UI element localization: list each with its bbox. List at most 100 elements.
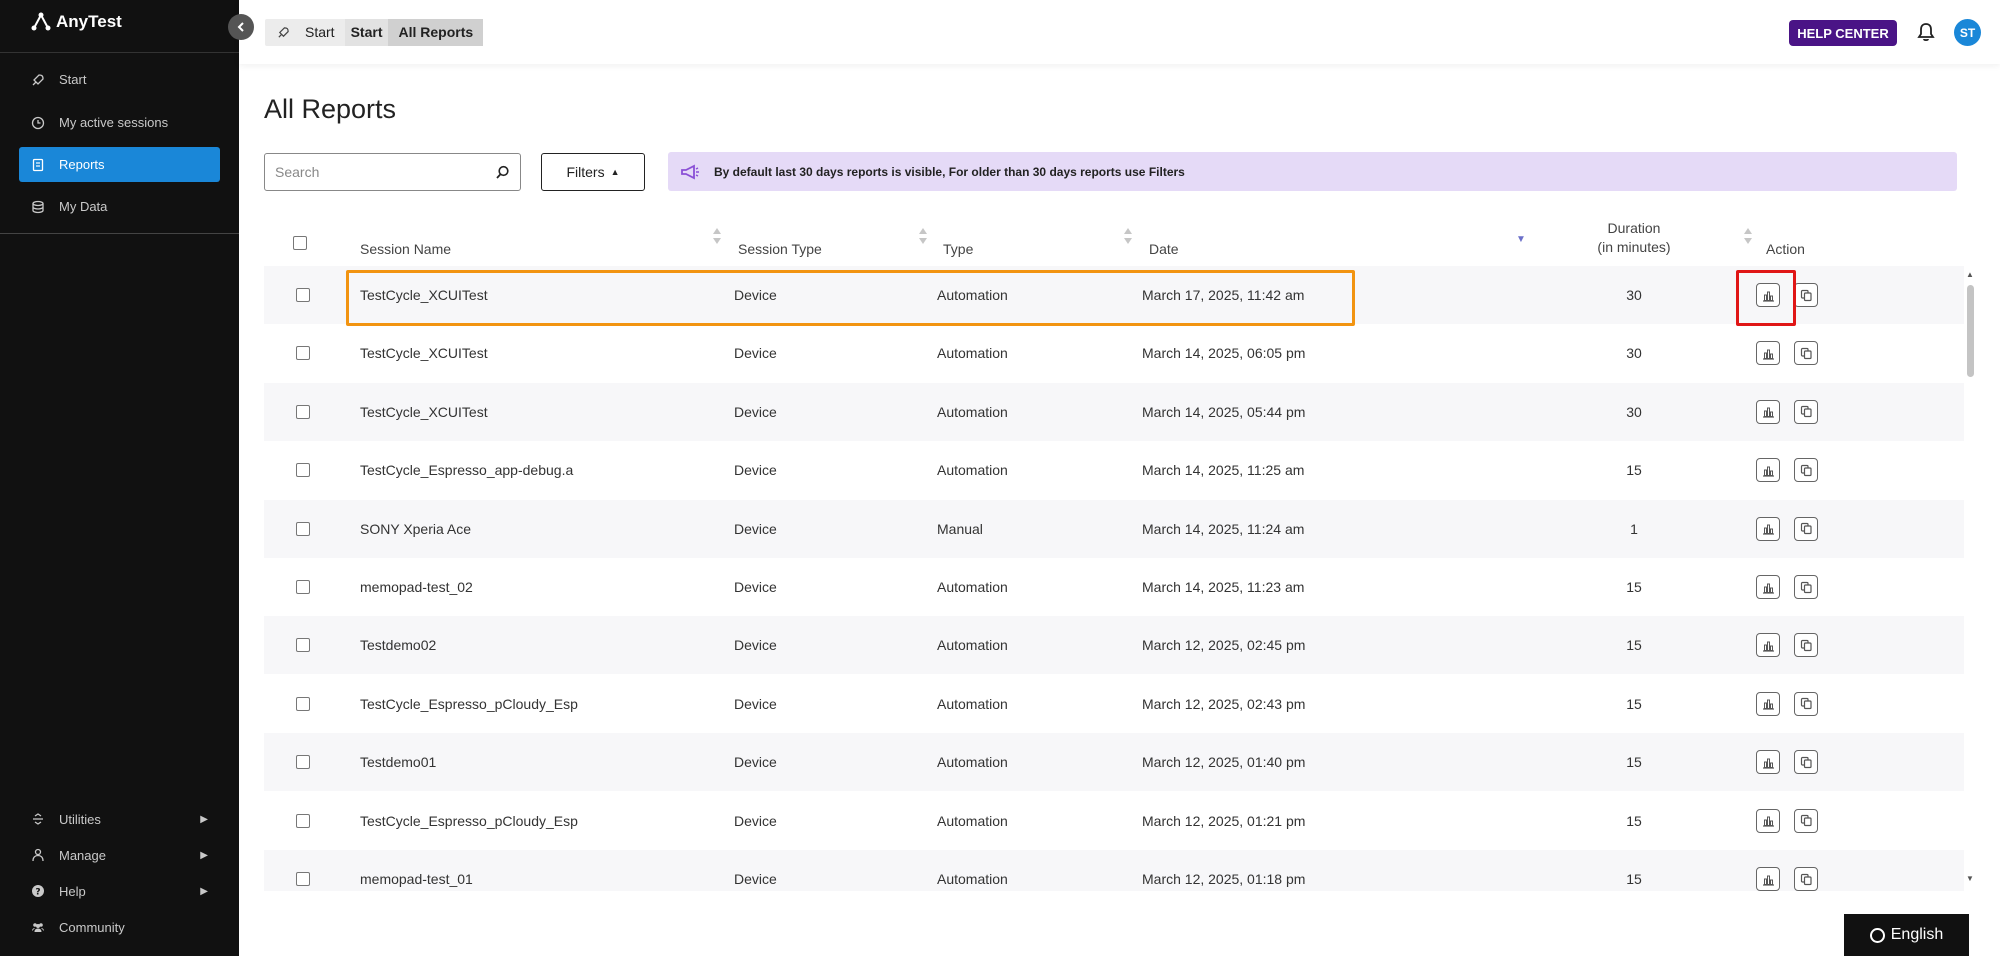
column-header-session-name[interactable]: Session Name [360, 215, 451, 265]
date-cell: March 14, 2025, 06:05 pm [1142, 345, 1306, 362]
view-report-button[interactable] [1756, 283, 1780, 307]
sort-icon[interactable] [918, 227, 928, 245]
copy-report-button[interactable] [1794, 750, 1818, 775]
table-row[interactable]: TestCycle_Espresso_app-debug.a Device Auto… [264, 441, 1964, 499]
session-name-cell[interactable]: TestCycle_XCUITest [360, 324, 488, 382]
language-circle-icon [1869, 927, 1885, 943]
table-row[interactable]: TestCycle_XCUITest Device Automation March … [264, 382, 1964, 441]
session-name-cell[interactable]: TestCycle_Espresso_pCloudy_Esp [360, 792, 578, 850]
row-checkbox[interactable] [296, 580, 310, 594]
view-report-button[interactable] [1756, 808, 1780, 833]
copy-report-button[interactable] [1794, 867, 1818, 891]
sidebar-item-my-active-sessions[interactable]: My active sessions [19, 105, 220, 140]
sort-icon[interactable] [712, 227, 722, 245]
copy-report-button[interactable] [1794, 341, 1818, 366]
copy-report-button[interactable] [1794, 691, 1818, 716]
session-name-cell[interactable]: memopad-test_02 [360, 558, 473, 616]
copy-icon [1800, 814, 1812, 827]
sort-icon[interactable] [1743, 227, 1753, 245]
date-cell: March 14, 2025, 11:25 am [1142, 462, 1305, 479]
bell-icon[interactable] [1916, 21, 1936, 43]
view-report-button[interactable] [1756, 341, 1780, 366]
view-report-button[interactable] [1756, 691, 1780, 716]
row-checkbox[interactable] [296, 638, 310, 653]
table-row[interactable]: TestCycle_XCUITest Device Automation March … [264, 324, 1964, 382]
row-checkbox[interactable] [296, 288, 310, 302]
row-checkbox[interactable] [296, 872, 310, 886]
type-cell: Automation [937, 403, 1008, 420]
copy-report-button[interactable] [1794, 458, 1818, 483]
sidebar-item-utilities[interactable]: Utilities ▶ [19, 804, 220, 834]
session-name-cell[interactable]: memopad-test_01 [360, 850, 473, 891]
session-type-cell: Device [734, 345, 777, 362]
row-checkbox[interactable] [296, 696, 310, 711]
row-checkbox[interactable] [296, 404, 310, 419]
sort-descending-icon[interactable]: ▼ [1516, 234, 1526, 245]
view-report-button[interactable] [1756, 750, 1780, 775]
copy-report-button[interactable] [1794, 516, 1818, 541]
view-report-button[interactable] [1756, 867, 1780, 891]
session-name-cell[interactable]: TestCycle_Espresso_pCloudy_Esp [360, 675, 578, 733]
copy-report-button[interactable] [1794, 283, 1818, 307]
sidebar-item-community[interactable]: Community [19, 912, 220, 942]
copy-icon [1800, 639, 1812, 651]
table-row[interactable]: Testdemo01 Device Automation March 12, 2025… [264, 733, 1964, 792]
row-checkbox[interactable] [296, 346, 310, 361]
view-report-button[interactable] [1756, 575, 1780, 599]
session-name-cell[interactable]: Testdemo02 [360, 616, 436, 674]
help-center-button[interactable]: HELP CENTER [1789, 20, 1897, 46]
session-name-cell[interactable]: TestCycle_XCUITest [360, 383, 488, 441]
table-row[interactable]: memopad-test_01 Device Automation March 12,… [264, 850, 1964, 891]
avatar[interactable]: ST [1954, 19, 1981, 46]
scroll-up-arrow-icon[interactable]: ▲ [1966, 270, 1974, 279]
bar-chart-icon [1762, 875, 1774, 886]
copy-report-button[interactable] [1794, 399, 1818, 424]
sidebar-divider [0, 233, 239, 234]
table-row[interactable]: SONY Xperia Ace Device Manual March 14, 202… [264, 499, 1964, 558]
column-header-date[interactable]: Date [1149, 215, 1179, 265]
session-name-cell[interactable]: TestCycle_XCUITest [360, 266, 488, 324]
table-row[interactable]: TestCycle_Espresso_pCloudy_Esp Device Auto… [264, 675, 1964, 733]
table-row[interactable]: TestCycle_XCUITest Device Automation March … [264, 266, 1964, 324]
session-name-cell[interactable]: TestCycle_Espresso_app-debug.a [360, 441, 573, 499]
search-icon[interactable] [495, 165, 510, 180]
app-logo[interactable]: AnyTest [30, 12, 122, 32]
breadcrumb-start[interactable]: Start [301, 19, 345, 46]
table-row[interactable]: TestCycle_Espresso_pCloudy_Esp Device Auto… [264, 792, 1964, 850]
language-button[interactable]: English [1844, 914, 1969, 956]
row-checkbox[interactable] [296, 463, 310, 478]
column-header-type[interactable]: Type [943, 215, 973, 265]
view-report-button[interactable] [1756, 399, 1780, 424]
scrollbar-thumb[interactable] [1967, 285, 1974, 377]
column-header-session-type[interactable]: Session Type [738, 215, 822, 265]
copy-report-button[interactable] [1794, 633, 1818, 658]
column-header-action: Action [1766, 241, 1805, 257]
row-checkbox[interactable] [296, 813, 310, 828]
breadcrumb-start-section[interactable]: Start [344, 19, 389, 46]
select-all-checkbox[interactable] [293, 236, 307, 250]
search-input[interactable] [275, 164, 495, 180]
copy-report-button[interactable] [1794, 808, 1818, 833]
collapse-sidebar-button[interactable] [228, 14, 254, 40]
copy-report-button[interactable] [1794, 575, 1818, 599]
sidebar-item-manage[interactable]: Manage ▶ [19, 840, 220, 870]
table-row[interactable]: Testdemo02 Device Automation March 12, 2025… [264, 616, 1964, 675]
bar-chart-icon [1762, 349, 1774, 360]
sidebar-item-my-data[interactable]: My Data [19, 189, 220, 224]
row-checkbox[interactable] [296, 755, 310, 770]
column-header-duration[interactable]: Duration (in minutes) [1564, 215, 1704, 265]
sort-icon[interactable] [1123, 227, 1133, 245]
copy-icon [1800, 756, 1812, 768]
session-name-cell[interactable]: SONY Xperia Ace [360, 500, 471, 558]
sidebar-item-help[interactable]: ? Help ▶ [19, 876, 220, 906]
view-report-button[interactable] [1756, 633, 1780, 658]
view-report-button[interactable] [1756, 458, 1780, 483]
sidebar-item-reports[interactable]: Reports [19, 147, 220, 182]
filters-button[interactable]: Filters ▲ [541, 153, 645, 191]
view-report-button[interactable] [1756, 516, 1780, 541]
session-name-cell[interactable]: Testdemo01 [360, 733, 436, 791]
row-checkbox[interactable] [296, 521, 310, 536]
table-row[interactable]: memopad-test_02 Device Automation March 14,… [264, 558, 1964, 616]
scroll-down-arrow-icon[interactable]: ▼ [1966, 874, 1974, 883]
sidebar-item-start[interactable]: Start [19, 62, 220, 97]
